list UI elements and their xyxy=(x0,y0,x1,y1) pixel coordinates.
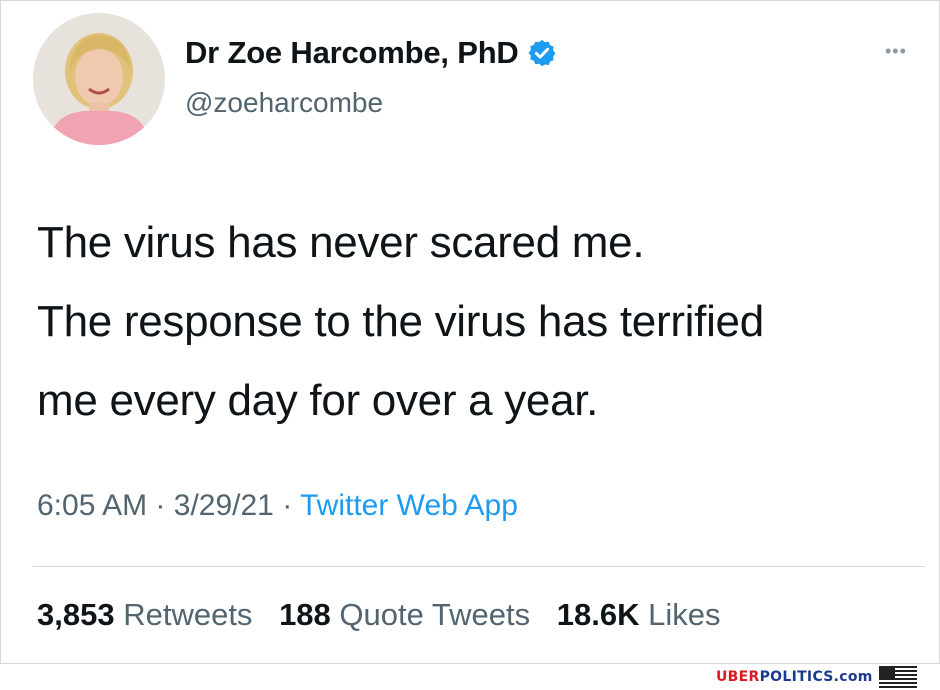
site-watermark: UBER POLITICS.com xyxy=(716,664,917,690)
meta-separator: · xyxy=(282,489,293,522)
avatar[interactable] xyxy=(33,13,165,145)
quotes-count: 188 xyxy=(279,597,331,632)
retweets-stat[interactable]: 3,853 Retweets xyxy=(37,597,279,632)
more-options-icon[interactable]: ••• xyxy=(885,41,907,62)
watermark-part-2: POLITICS.com xyxy=(759,669,873,685)
tweet-text: The virus has never scared me. The respo… xyxy=(37,203,917,440)
tweet-text-line: The virus has never scared me. xyxy=(37,218,645,267)
meta-separator: · xyxy=(155,489,166,522)
author-handle[interactable]: @zoeharcombe xyxy=(185,87,383,119)
author-row: Dr Zoe Harcombe, PhD xyxy=(185,35,557,71)
author-name[interactable]: Dr Zoe Harcombe, PhD xyxy=(185,35,519,71)
watermark-part-1: UBER xyxy=(716,669,760,685)
retweets-count: 3,853 xyxy=(37,597,115,632)
retweets-label: Retweets xyxy=(123,597,253,632)
tweet-text-line: me every day for over a year. xyxy=(37,376,599,425)
tweet-text-line: The response to the virus has terrified xyxy=(37,297,764,346)
us-flag-icon xyxy=(878,666,917,688)
tweet-time[interactable]: 6:05 AM xyxy=(37,489,147,522)
tweet-card: Dr Zoe Harcombe, PhD @zoeharcombe ••• Th… xyxy=(0,0,940,664)
tweet-metadata: 6:05 AM · 3/29/21 · Twitter Web App xyxy=(37,489,518,523)
engagement-stats: 3,853 Retweets 188 Quote Tweets 18.6K Li… xyxy=(37,597,739,633)
quotes-stat[interactable]: 188 Quote Tweets xyxy=(279,597,557,632)
tweet-source-link[interactable]: Twitter Web App xyxy=(300,489,518,522)
likes-stat[interactable]: 18.6K Likes xyxy=(557,597,739,632)
divider xyxy=(33,566,925,567)
verified-badge-icon xyxy=(528,39,556,67)
tweet-date[interactable]: 3/29/21 xyxy=(174,489,274,522)
quotes-label: Quote Tweets xyxy=(339,597,531,632)
likes-count: 18.6K xyxy=(556,597,640,632)
likes-label: Likes xyxy=(648,597,721,632)
avatar-image xyxy=(33,13,165,145)
